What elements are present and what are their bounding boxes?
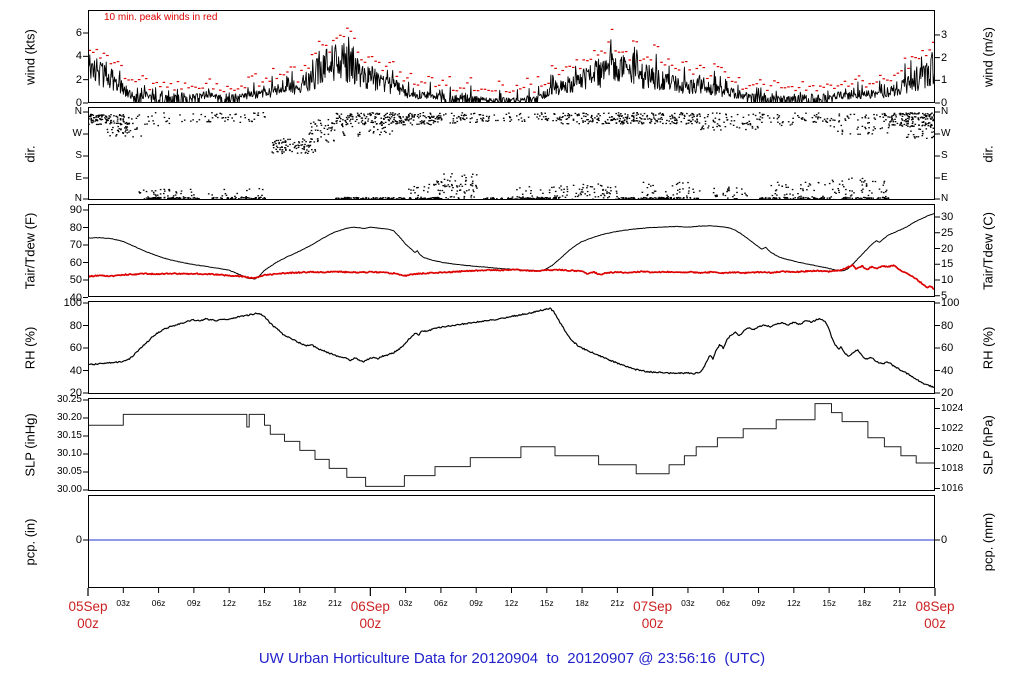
rh-panel bbox=[83, 301, 940, 394]
tick-label-rh: 40 bbox=[941, 364, 954, 377]
wind-panel bbox=[83, 10, 940, 104]
tick-label-temp: 70 bbox=[69, 239, 82, 251]
x-minor-label: 09z bbox=[469, 598, 484, 608]
x-minor-label: 06z bbox=[716, 598, 731, 608]
tick-label-rh: 80 bbox=[69, 319, 82, 332]
x-major-label: 08Sep 00z bbox=[915, 599, 955, 631]
tick-label-pcp: 0 bbox=[75, 534, 82, 546]
x-major-label: 07Sep 00z bbox=[633, 599, 673, 631]
tick-label-slp: 1016 bbox=[941, 482, 964, 494]
tick-label-dir: N bbox=[74, 106, 82, 117]
tick-label-temp: 15 bbox=[941, 258, 954, 271]
tick-label-slp: 30.00 bbox=[56, 484, 82, 495]
tick-label-slp: 30.15 bbox=[56, 430, 82, 441]
tick-label-wind: 2 bbox=[75, 73, 82, 86]
tick-label-temp: 10 bbox=[941, 274, 954, 286]
tick-label-wind: 4 bbox=[75, 50, 82, 63]
tick-label-rh: 40 bbox=[69, 364, 82, 377]
tick-label-temp: 60 bbox=[69, 256, 82, 269]
tick-label-dir: S bbox=[75, 150, 82, 161]
tick-label-temp: 20 bbox=[941, 242, 954, 255]
dir-panel bbox=[83, 107, 940, 200]
tick-label-slp: 1022 bbox=[941, 422, 964, 434]
tick-label-temp: 90 bbox=[69, 204, 82, 216]
tick-label-temp: 25 bbox=[941, 226, 954, 239]
tick-label-rh: 100 bbox=[941, 297, 960, 309]
tick-label-dir: W bbox=[941, 128, 951, 139]
tick-label-dir: N bbox=[941, 193, 949, 204]
tick-label-slp: 30.25 bbox=[56, 394, 82, 405]
pcp-panel bbox=[83, 495, 940, 588]
x-minor-label: 06z bbox=[151, 598, 166, 608]
tick-label-slp: 30.20 bbox=[56, 412, 82, 423]
tick-label-rh: 60 bbox=[941, 342, 954, 354]
tick-label-wind: 3 bbox=[941, 28, 948, 41]
x-minor-label: 12z bbox=[222, 598, 237, 608]
tick-label-dir: W bbox=[72, 128, 82, 139]
tick-label-slp: 30.10 bbox=[56, 448, 82, 459]
x-axis bbox=[87, 588, 936, 596]
x-minor-label: 18z bbox=[292, 598, 307, 608]
tick-label-rh: 60 bbox=[69, 342, 82, 354]
x-minor-label: 15z bbox=[257, 598, 272, 608]
x-minor-label: 09z bbox=[751, 598, 766, 608]
tick-label-slp: 1024 bbox=[941, 402, 964, 414]
tick-label-slp: 1020 bbox=[941, 442, 964, 454]
tick-label-temp: 30 bbox=[941, 211, 954, 223]
tick-label-wind: 1 bbox=[941, 74, 948, 87]
meteogram-page: { "title": "UW Urban Horticulture Data f… bbox=[0, 0, 1024, 700]
tick-label-slp: 1018 bbox=[941, 462, 964, 474]
tick-label-pcp: 0 bbox=[941, 534, 948, 546]
tick-label-wind: 6 bbox=[75, 27, 82, 39]
chart-title: UW Urban Horticulture Data for 20120904 … bbox=[258, 650, 766, 667]
x-minor-label: 18z bbox=[857, 598, 872, 608]
tick-label-rh: 80 bbox=[941, 319, 954, 332]
x-minor-label: 18z bbox=[575, 598, 589, 608]
temp-panel bbox=[83, 204, 940, 298]
x-minor-label: 15z bbox=[822, 598, 836, 608]
peak-winds-annotation: 10 min. peak winds in red bbox=[104, 12, 218, 23]
tick-label-dir: S bbox=[941, 150, 948, 161]
x-minor-label: 12z bbox=[504, 598, 519, 608]
tick-label-wind: 2 bbox=[941, 51, 948, 64]
tick-label-rh: 20 bbox=[941, 387, 954, 399]
x-minor-label: 06z bbox=[434, 598, 448, 608]
x-minor-label: 12z bbox=[786, 598, 801, 608]
x-major-label: 05Sep 00z bbox=[68, 599, 108, 631]
tick-label-temp: 80 bbox=[69, 221, 82, 234]
tick-label-rh: 100 bbox=[63, 297, 82, 309]
tick-label-dir: N bbox=[74, 193, 82, 204]
x-major-label: 06Sep 00z bbox=[350, 599, 390, 631]
tick-label-dir: E bbox=[75, 172, 82, 183]
x-minor-label: 15z bbox=[539, 598, 554, 608]
x-minor-label: 09z bbox=[187, 598, 201, 608]
tick-label-slp: 30.05 bbox=[56, 466, 82, 477]
tick-label-temp: 50 bbox=[69, 274, 82, 286]
slp-panel bbox=[83, 398, 940, 491]
meteogram-canvas bbox=[83, 10, 940, 596]
tick-label-dir: E bbox=[941, 172, 948, 183]
tick-label-dir: N bbox=[941, 106, 949, 117]
